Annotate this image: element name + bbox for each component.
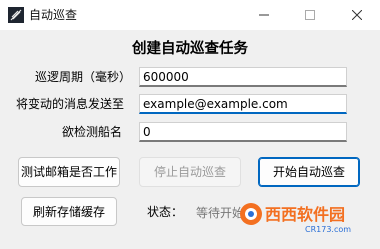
interval-input[interactable]: 600000	[139, 67, 347, 87]
refresh-cache-button[interactable]: 刷新存储缓存	[21, 197, 117, 226]
app-window: 自动巡查 创建自动巡查任务 巡逻周期（毫秒） 600000 将变动的消息发送至 …	[0, 0, 380, 249]
minimize-icon	[259, 14, 269, 16]
feather-app-icon	[8, 7, 24, 23]
page-heading: 创建自动巡查任务	[132, 41, 248, 57]
test-email-button[interactable]: 测试邮箱是否工作	[18, 157, 120, 187]
status-label: 状态：	[147, 205, 184, 219]
site-watermark: 西西软件园 CR173.com	[237, 198, 355, 236]
window-title: 自动巡查	[29, 8, 78, 22]
close-icon	[352, 10, 362, 20]
watermark-text: 西西软件园	[265, 205, 345, 224]
ship-name-input[interactable]: 0	[139, 122, 347, 142]
title-bar[interactable]: 自动巡查	[0, 0, 380, 30]
interval-label: 巡逻周期（毫秒）	[35, 70, 132, 84]
watermark-logo-icon: 西西软件园 CR173.com	[240, 203, 351, 234]
watermark-url: CR173.com	[305, 225, 351, 234]
email-label: 将变动的消息发送至	[16, 97, 125, 111]
ship-name-label: 欲检测船名	[62, 125, 123, 139]
start-patrol-button[interactable]: 开始自动巡查	[258, 157, 360, 187]
maximize-icon	[305, 10, 315, 20]
stop-patrol-button[interactable]: 停止自动巡查	[139, 157, 241, 187]
minimize-button[interactable]	[241, 0, 287, 30]
close-button[interactable]	[334, 0, 380, 30]
email-input[interactable]: example@example.com	[139, 94, 347, 114]
maximize-button[interactable]	[287, 0, 333, 30]
